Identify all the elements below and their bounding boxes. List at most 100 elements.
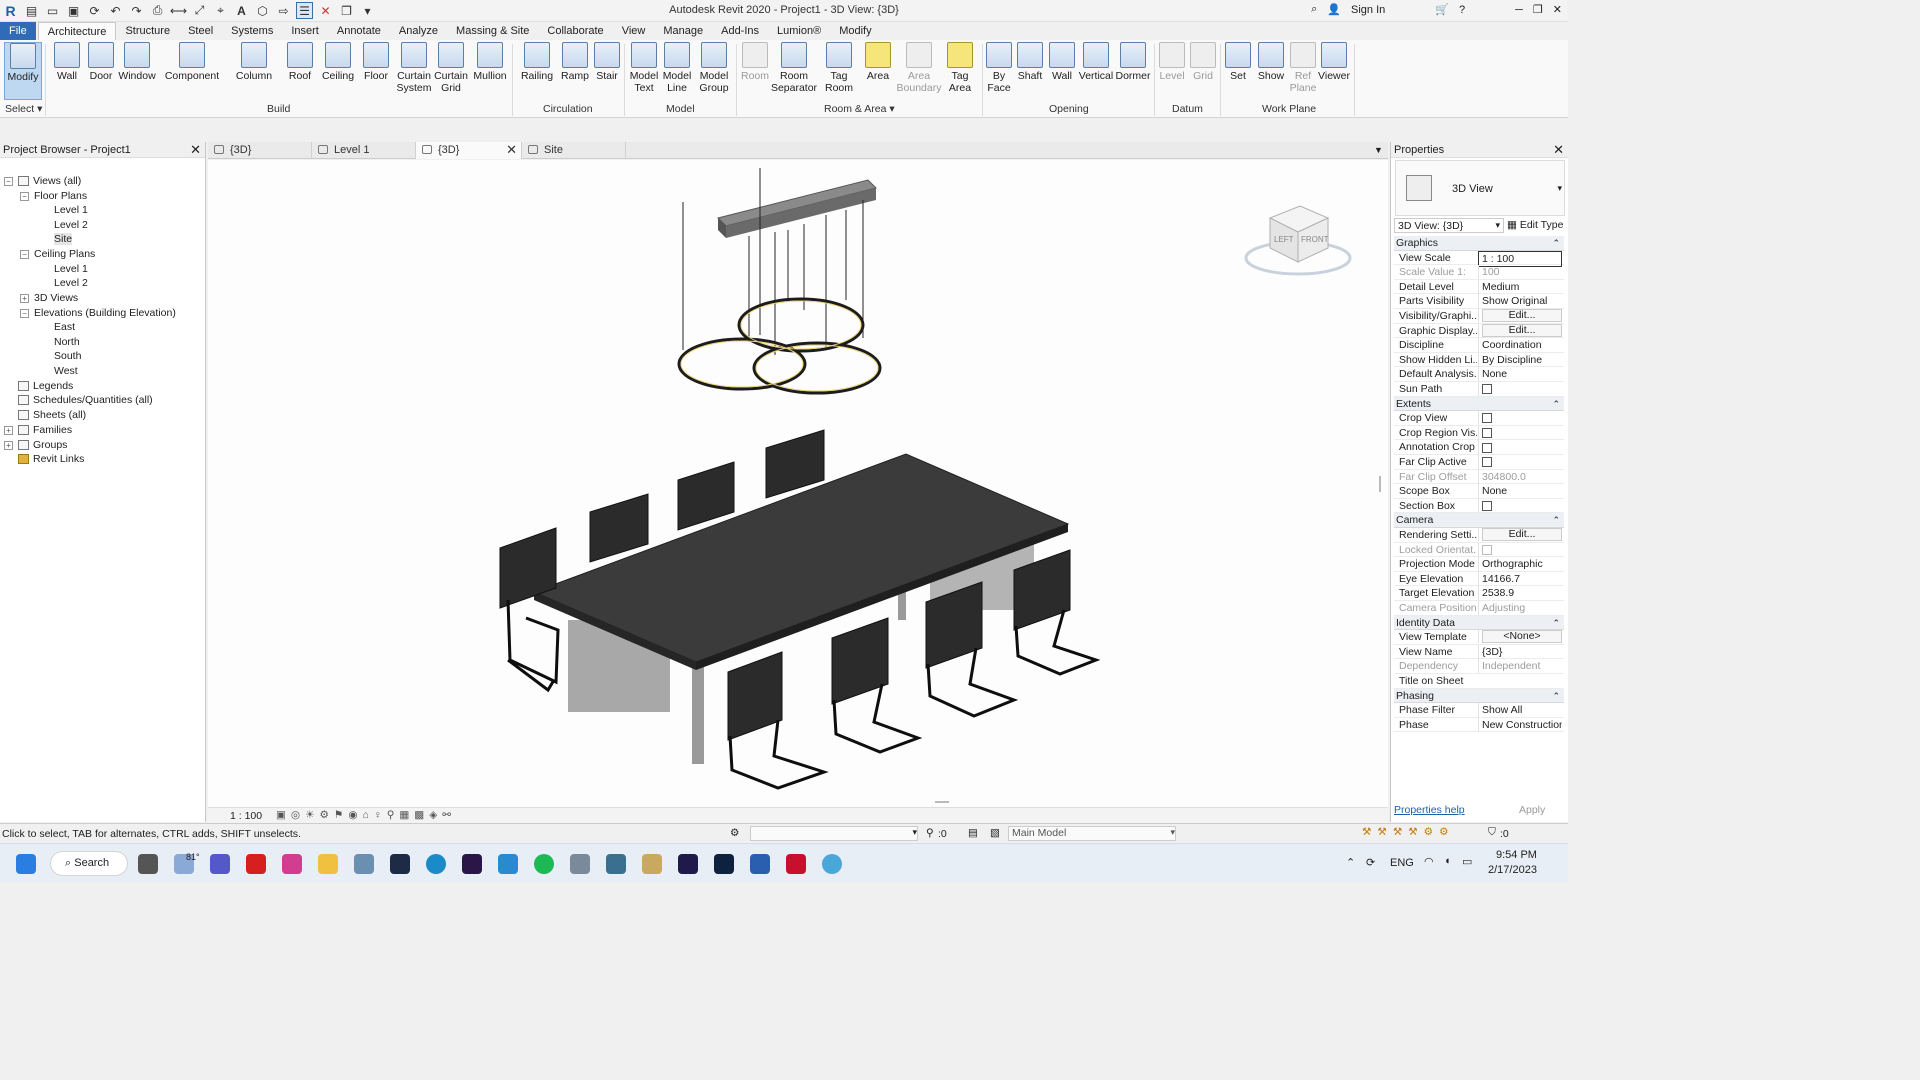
mullion-button[interactable]: Mullion	[472, 42, 508, 82]
photos-icon[interactable]	[354, 854, 374, 874]
file-explorer-icon[interactable]	[318, 854, 338, 874]
property-value[interactable]: 304800.0	[1478, 469, 1562, 484]
collapse-icon[interactable]: −	[20, 191, 29, 201]
property-value[interactable]: Adjusting	[1478, 601, 1562, 615]
vertical-button[interactable]: Vertical	[1079, 42, 1113, 82]
tab-systems[interactable]: Systems	[222, 22, 282, 40]
panel-select[interactable]: Select ▾	[5, 103, 42, 115]
property-group[interactable]: Extents ⌃	[1394, 396, 1564, 412]
viewer-button[interactable]: Viewer	[1318, 42, 1350, 82]
property-row[interactable]: Crop View	[1394, 411, 1564, 426]
property-checkbox[interactable]	[1482, 442, 1492, 453]
battery-icon[interactable]: ▭	[1462, 855, 1472, 868]
network-status-icon[interactable]: ⟳	[1366, 856, 1375, 869]
view-tab-3d[interactable]: {3D}	[208, 142, 312, 159]
tree-item-north[interactable]: North	[54, 335, 80, 349]
property-value[interactable]: {3D}	[1478, 644, 1562, 659]
close-tab-icon[interactable]: ✕	[506, 142, 517, 158]
restore-icon[interactable]: ❐	[1533, 3, 1543, 16]
spotify-icon[interactable]	[534, 854, 554, 874]
photoshop-icon[interactable]	[714, 854, 734, 874]
minimize-icon[interactable]: ─	[1515, 4, 1523, 16]
tree-item-revit-links[interactable]: Revit Links	[18, 452, 84, 466]
floor-button[interactable]: Floor	[362, 42, 390, 82]
tree-item-legends[interactable]: Legends	[18, 379, 73, 393]
app-icon[interactable]	[570, 854, 590, 874]
property-row[interactable]: Target Elevation 2538.9	[1394, 586, 1564, 601]
wifi-icon[interactable]: ◠	[1424, 855, 1434, 868]
tab-add-ins[interactable]: Add-Ins	[712, 22, 768, 40]
curtain-grid-button[interactable]: Curtain Grid	[434, 42, 468, 94]
instagram-icon[interactable]	[282, 854, 302, 874]
modify-button[interactable]: Modify	[4, 42, 42, 100]
workset-dropdown[interactable]: ▾	[750, 826, 918, 841]
collapse-group-icon[interactable]: ⌃	[1552, 689, 1560, 703]
property-checkbox[interactable]	[1482, 413, 1492, 424]
property-checkbox-cell[interactable]	[1478, 425, 1562, 440]
tree-item-east[interactable]: East	[54, 320, 75, 334]
window-button[interactable]: Window	[118, 42, 156, 82]
tab-collaborate[interactable]: Collaborate	[538, 22, 612, 40]
property-value[interactable]: None	[1478, 367, 1562, 382]
collapse-group-icon[interactable]: ⌃	[1552, 616, 1560, 630]
view-tab-3d-active[interactable]: {3D} ✕	[416, 142, 522, 159]
property-value[interactable]: Orthographic	[1478, 557, 1562, 572]
cart-icon[interactable]: 🛒	[1435, 3, 1449, 16]
wall-button[interactable]: Wall	[52, 42, 82, 82]
property-button[interactable]: Edit...	[1482, 323, 1562, 337]
property-row[interactable]: Detail Level Medium	[1394, 279, 1564, 295]
clock-time[interactable]: 9:54 PM	[1496, 849, 1537, 861]
property-row[interactable]: Far Clip Active	[1394, 455, 1564, 470]
property-checkbox-cell[interactable]	[1478, 455, 1562, 469]
railing-button[interactable]: Railing	[520, 42, 554, 82]
help-icon[interactable]: ?	[1459, 4, 1465, 16]
property-row[interactable]: Default Analysis... None	[1394, 367, 1564, 382]
property-row[interactable]: Locked Orientat...	[1394, 542, 1564, 558]
expand-icon[interactable]: +	[4, 425, 13, 435]
model-line-button[interactable]: Model Line	[662, 42, 692, 94]
property-value[interactable]: New Construction	[1478, 717, 1562, 732]
task-view-icon[interactable]	[138, 854, 158, 874]
property-row[interactable]: Show Hidden Li... By Discipline	[1394, 352, 1564, 368]
tab-menu-icon[interactable]: ▼	[1374, 142, 1388, 158]
3ds-max-icon[interactable]	[498, 854, 518, 874]
ref-plane-button[interactable]: Ref Plane	[1290, 42, 1316, 94]
app-icon[interactable]	[822, 854, 842, 874]
type-selector[interactable]: 3D View ▾	[1395, 160, 1565, 216]
property-value[interactable]: Coordination	[1478, 338, 1562, 353]
property-row[interactable]: Visibility/Graphi... Edit...	[1394, 309, 1564, 324]
edit-type-button[interactable]: ▦ Edit Type	[1507, 219, 1563, 231]
tag-area-button[interactable]: Tag Area	[946, 42, 974, 94]
property-group[interactable]: Camera ⌃	[1394, 513, 1564, 528]
tab-analyze[interactable]: Analyze	[390, 22, 447, 40]
grid-button[interactable]: Grid	[1190, 42, 1216, 82]
collapse-icon[interactable]: −	[20, 308, 29, 318]
tree-item-families[interactable]: + Families	[4, 423, 72, 437]
chevron-up-icon[interactable]: ⌃	[1346, 856, 1355, 869]
user-icon[interactable]: 👤	[1327, 3, 1341, 16]
autocad-icon[interactable]	[786, 854, 806, 874]
property-row[interactable]: Section Box	[1394, 498, 1564, 514]
property-button[interactable]: Edit...	[1482, 528, 1562, 541]
property-value[interactable]: Medium	[1478, 279, 1562, 294]
property-checkbox-cell[interactable]	[1478, 382, 1562, 396]
property-row[interactable]: Camera Position Adjusting	[1394, 601, 1564, 616]
taskbar-search[interactable]: ⌕ Search	[50, 851, 128, 876]
clock-date[interactable]: 2/17/2023	[1488, 864, 1537, 876]
stair-button[interactable]: Stair	[594, 42, 620, 82]
property-row[interactable]: View Scale 1 : 100	[1394, 250, 1564, 267]
premiere-icon[interactable]	[462, 854, 482, 874]
tab-insert[interactable]: Insert	[282, 22, 328, 40]
tree-item-south[interactable]: South	[54, 349, 81, 363]
tree-item-ceiling-plans[interactable]: − Ceiling Plans	[20, 247, 95, 261]
view-scale[interactable]: 1 : 100	[230, 810, 262, 822]
tree-item-west[interactable]: West	[54, 364, 78, 378]
property-value[interactable]: By Discipline	[1478, 352, 1562, 367]
view-control-icons[interactable]: ▣◎☀⚙⚑◉⌂♀⚲▦▩◈⚯	[276, 809, 456, 821]
ramp-button[interactable]: Ramp	[560, 42, 590, 82]
property-button[interactable]: <None>	[1482, 630, 1562, 644]
revit-icon[interactable]	[750, 854, 770, 874]
property-button-cell[interactable]: Edit...	[1478, 323, 1562, 337]
after-effects-icon[interactable]	[678, 854, 698, 874]
3d-viewport[interactable]: LEFT FRONT	[208, 160, 1388, 807]
